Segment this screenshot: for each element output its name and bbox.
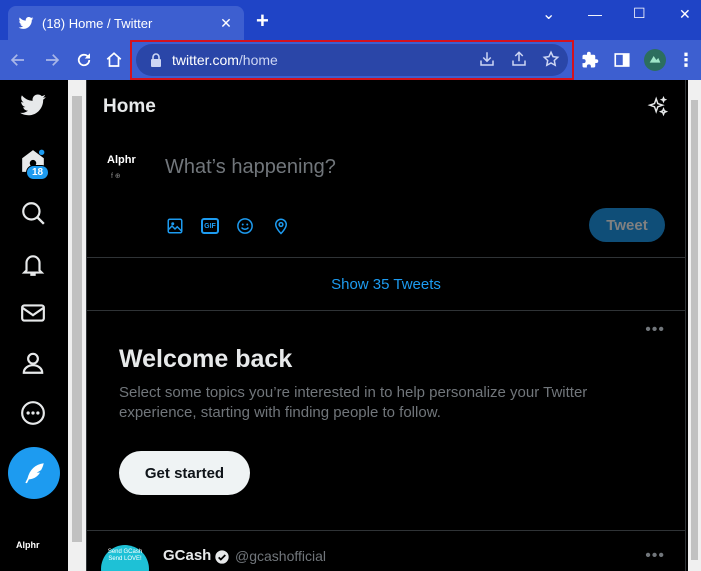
composer-avatar[interactable]: Alphr xyxy=(107,154,136,166)
sidepanel-icon[interactable] xyxy=(612,50,632,70)
compose-tweet-button[interactable] xyxy=(8,447,60,499)
welcome-card: ••• Welcome back Select some topics you’… xyxy=(87,311,685,531)
explore-search-icon[interactable] xyxy=(18,198,48,228)
more-options-icon[interactable]: ••• xyxy=(645,321,665,339)
location-pin-icon[interactable] xyxy=(271,216,291,236)
browser-tab[interactable]: (18) Home / Twitter ✕ xyxy=(8,6,244,40)
left-scrollbar-thumb[interactable] xyxy=(72,96,82,542)
left-navigation: Alphr xyxy=(0,80,68,571)
back-icon[interactable] xyxy=(8,50,28,70)
profile-person-icon[interactable] xyxy=(18,348,48,378)
get-started-button[interactable]: Get started xyxy=(119,451,250,495)
page-title: Home xyxy=(103,96,156,117)
browser-tabbar: (18) Home / Twitter ✕ + ⌄ — ☐ ✕ xyxy=(0,0,701,40)
verified-badge-icon xyxy=(214,549,230,570)
address-bar-highlight xyxy=(130,40,574,80)
welcome-title: Welcome back xyxy=(119,345,293,373)
tab-search-icon[interactable]: ⌄ xyxy=(542,4,555,24)
notifications-count-badge: 18 xyxy=(26,165,50,180)
twitter-favicon-icon xyxy=(18,15,34,31)
tweet-more-options-icon[interactable]: ••• xyxy=(645,547,665,565)
home-timeline: Home Alphr f ⊕ What’s happening? GIF Twe… xyxy=(86,80,686,571)
welcome-description: Select some topics you’re interested in … xyxy=(119,384,588,421)
media-image-icon[interactable] xyxy=(165,216,185,236)
tweet-button[interactable]: Tweet xyxy=(589,208,665,242)
tab-close-icon[interactable]: ✕ xyxy=(218,15,234,32)
tweet-item[interactable]: Send GCash Send LOVE! GCash @gcashoffici… xyxy=(87,531,685,571)
emoji-icon[interactable] xyxy=(235,216,255,236)
more-circle-icon[interactable] xyxy=(18,398,48,428)
home-icon[interactable] xyxy=(104,50,124,70)
tweet-input[interactable]: What’s happening? xyxy=(165,156,336,179)
forward-icon[interactable] xyxy=(42,50,62,70)
profile-avatar[interactable] xyxy=(644,49,666,71)
avatar-text: Send GCash Send LOVE! xyxy=(107,549,143,562)
messages-mail-icon[interactable] xyxy=(18,298,48,328)
tweet-author-name[interactable]: GCash xyxy=(163,547,211,564)
compose-box: Alphr f ⊕ What’s happening? GIF Tweet xyxy=(87,136,685,258)
maximize-button[interactable]: ☐ xyxy=(633,5,646,22)
tweet-author-handle[interactable]: @gcashofficial xyxy=(235,548,326,564)
feather-icon xyxy=(25,463,44,484)
minimize-button[interactable]: — xyxy=(588,6,602,22)
extensions-icon[interactable] xyxy=(580,50,600,70)
browser-menu-icon[interactable]: ⋮ xyxy=(676,50,696,70)
show-new-tweets-link[interactable]: Show 35 Tweets xyxy=(87,258,685,311)
new-tab-button[interactable]: + xyxy=(256,10,269,32)
composer-avatar-sub: f ⊕ xyxy=(111,173,121,180)
tab-title: (18) Home / Twitter xyxy=(42,15,153,31)
close-window-button[interactable]: ✕ xyxy=(679,6,691,23)
gif-icon[interactable]: GIF xyxy=(201,218,219,234)
top-tweets-sparkle-icon[interactable] xyxy=(647,95,669,123)
alphr-watermark: Alphr xyxy=(16,540,40,550)
reload-icon[interactable] xyxy=(74,50,94,70)
right-scrollbar-thumb[interactable] xyxy=(691,100,698,560)
twitter-logo-icon[interactable] xyxy=(18,90,48,120)
notifications-bell-icon[interactable] xyxy=(18,250,48,280)
